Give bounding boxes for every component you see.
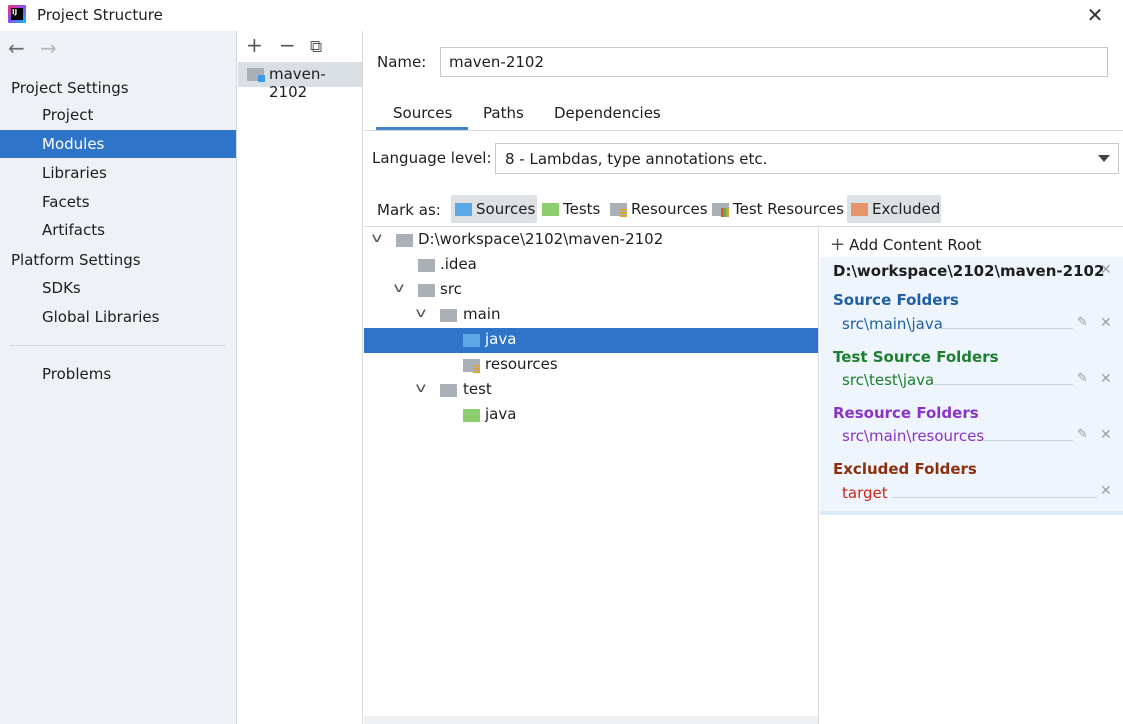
remove-content-root-icon[interactable]: ✕	[1100, 262, 1112, 278]
sidebar-item-global-libraries[interactable]: Global Libraries	[0, 303, 236, 331]
module-settings-panel: Name: maven-2102 Sources Paths Dependenc…	[364, 31, 1123, 724]
add-module-icon[interactable]: +	[246, 34, 263, 56]
test-source-folders-title: Test Source Folders	[833, 348, 999, 366]
sidebar-item-sdks[interactable]: SDKs	[0, 274, 236, 302]
mark-sources-button[interactable]: Sources	[451, 195, 537, 223]
sources-folder-icon	[455, 203, 472, 216]
chevron-down-icon	[1098, 155, 1110, 162]
sidebar-item-artifacts[interactable]: Artifacts	[0, 216, 236, 244]
sidebar-item-modules[interactable]: Modules	[0, 130, 236, 158]
module-tabs: Sources Paths Dependencies	[364, 97, 1123, 131]
folder-icon	[440, 384, 457, 397]
excluded-folders-title: Excluded Folders	[833, 460, 977, 478]
resources-folder-icon	[610, 203, 627, 217]
module-name-input[interactable]: maven-2102	[440, 47, 1108, 77]
language-level-label: Language level:	[372, 149, 492, 167]
module-item-maven-2102[interactable]: maven-2102	[238, 62, 362, 101]
edit-source-folder-icon[interactable]: ✎	[1077, 315, 1088, 330]
content-roots-panel: + Add Content Root D:\workspace\2102\mave…	[820, 228, 1123, 724]
project-settings-header: Project Settings	[11, 79, 129, 97]
content-root-path: D:\workspace\2102\maven-2102	[833, 262, 1105, 280]
folder-icon	[396, 234, 413, 247]
window-title: Project Structure	[37, 6, 163, 24]
sidebar-divider	[10, 345, 226, 346]
sidebar-item-problems[interactable]: Problems	[0, 360, 236, 388]
tests-folder-icon	[463, 409, 480, 422]
mark-test-resources-button[interactable]: Test Resources	[708, 195, 845, 223]
mark-tests-button[interactable]: Tests	[538, 195, 604, 223]
tree-row-test[interactable]: v test	[364, 378, 818, 403]
excluded-folder-path: target	[842, 484, 888, 502]
resource-folders-title: Resource Folders	[833, 404, 979, 422]
test-source-folder-path: src\test\java	[842, 371, 935, 389]
tree-row-main-java[interactable]: java	[364, 328, 818, 353]
remove-test-folder-icon[interactable]: ✕	[1100, 371, 1112, 387]
chevron-down-icon[interactable]: v	[415, 306, 426, 321]
folder-icon	[418, 259, 435, 272]
mark-as-toolbar: Mark as: Sources Tests Resources Test Re…	[364, 193, 1123, 227]
language-level-select[interactable]: 8 - Lambdas, type annotations etc.	[495, 143, 1119, 174]
add-content-root-button[interactable]: + Add Content Root	[830, 234, 981, 255]
remove-resource-folder-icon[interactable]: ✕	[1100, 427, 1112, 443]
module-list-panel: + − ⧉ maven-2102	[237, 31, 363, 724]
copy-module-icon[interactable]: ⧉	[310, 36, 322, 58]
remove-source-folder-icon[interactable]: ✕	[1100, 315, 1112, 331]
module-toolbar: + − ⧉	[237, 31, 363, 61]
sources-folder-icon	[463, 334, 480, 347]
mark-as-label: Mark as:	[377, 201, 441, 219]
chevron-down-icon[interactable]: v	[371, 231, 382, 246]
content-root-box: D:\workspace\2102\maven-2102 ✕ Source Fo…	[820, 257, 1123, 515]
folder-tree: v D:\workspace\2102\maven-2102 .idea v s…	[364, 228, 819, 724]
tree-row-idea[interactable]: .idea	[364, 253, 818, 278]
language-level-value: 8 - Lambdas, type annotations etc.	[505, 150, 768, 168]
settings-sidebar: ← → Project Settings Project Modules Lib…	[0, 31, 237, 724]
sidebar-item-libraries[interactable]: Libraries	[0, 159, 236, 187]
mark-excluded-button[interactable]: Excluded	[847, 195, 941, 223]
sidebar-item-facets[interactable]: Facets	[0, 188, 236, 216]
sidebar-item-project[interactable]: Project	[0, 101, 236, 129]
plus-icon: +	[830, 234, 846, 255]
tab-dependencies[interactable]: Dependencies	[554, 104, 661, 122]
tree-row-src[interactable]: v src	[364, 278, 818, 303]
active-tab-indicator	[376, 127, 468, 130]
forward-arrow-icon[interactable]: →	[40, 37, 57, 59]
chevron-down-icon[interactable]: v	[393, 281, 404, 296]
tests-folder-icon	[542, 203, 559, 216]
source-folders-title: Source Folders	[833, 291, 959, 309]
module-folder-icon	[247, 68, 265, 82]
remove-excluded-folder-icon[interactable]: ✕	[1100, 483, 1112, 499]
platform-settings-header: Platform Settings	[11, 251, 141, 269]
module-item-label: maven-2102	[269, 65, 326, 101]
excluded-folder-icon	[851, 203, 868, 216]
chevron-down-icon[interactable]: v	[415, 381, 426, 396]
folder-icon	[418, 284, 435, 297]
back-arrow-icon[interactable]: ←	[8, 37, 25, 59]
folder-icon	[440, 309, 457, 322]
tree-row-resources[interactable]: resources	[364, 353, 818, 378]
edit-resource-folder-icon[interactable]: ✎	[1077, 427, 1088, 442]
horizontal-scrollbar[interactable]	[364, 716, 818, 724]
tab-sources[interactable]: Sources	[393, 104, 452, 122]
intellij-logo-icon: IJ	[8, 5, 26, 23]
test-resources-folder-icon	[712, 203, 729, 217]
resource-folder-path: src\main\resources	[842, 427, 985, 445]
name-label: Name:	[377, 53, 427, 71]
close-icon[interactable]: ✕	[1082, 3, 1108, 27]
edit-test-folder-icon[interactable]: ✎	[1077, 371, 1088, 386]
source-folder-path: src\main\java	[842, 315, 943, 333]
mark-resources-button[interactable]: Resources	[606, 195, 708, 223]
title-bar: IJ Project Structure ✕	[0, 0, 1123, 31]
tab-paths[interactable]: Paths	[483, 104, 524, 122]
tree-row-test-java[interactable]: java	[364, 403, 818, 428]
tree-row-root[interactable]: v D:\workspace\2102\maven-2102	[364, 228, 818, 253]
remove-module-icon[interactable]: −	[279, 34, 296, 56]
resources-folder-icon	[463, 359, 480, 373]
tree-row-main[interactable]: v main	[364, 303, 818, 328]
